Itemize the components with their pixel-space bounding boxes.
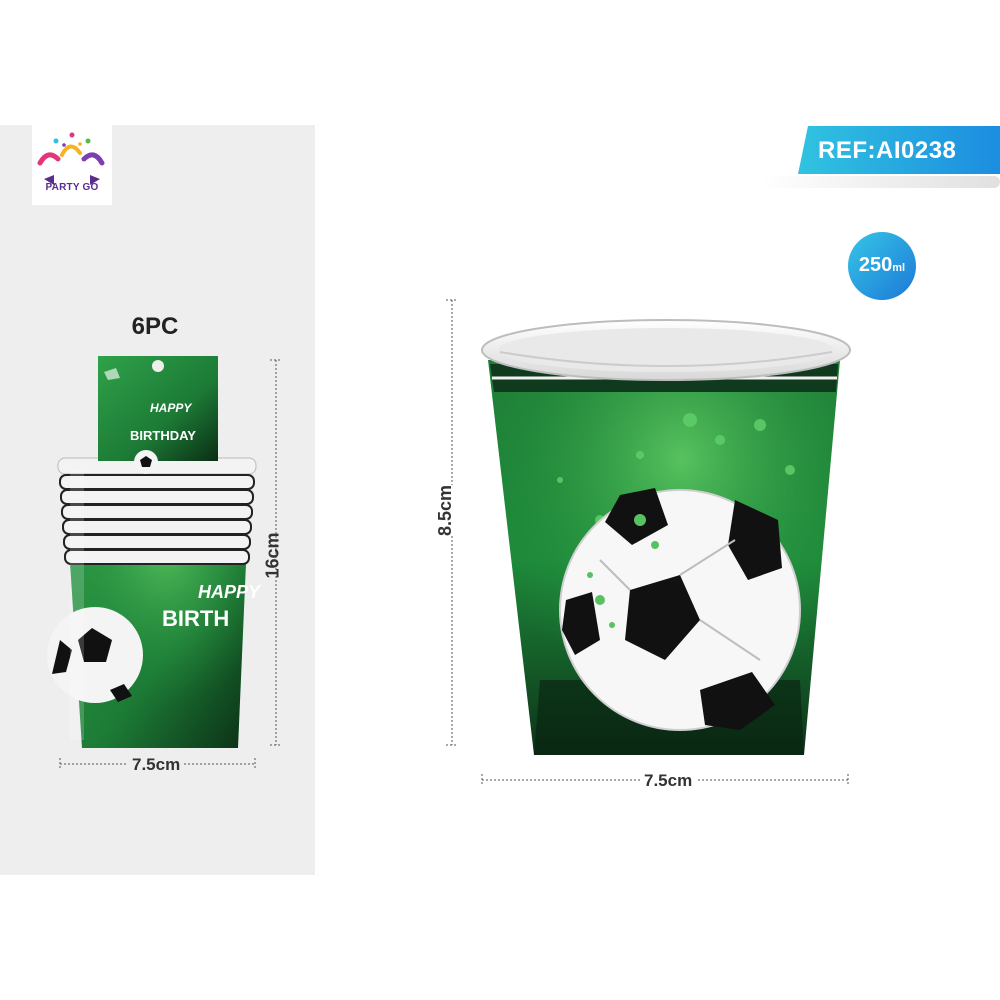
hang-hole [152,360,164,372]
stacked-cup-rims [57,457,257,565]
stacked-cup-greeting-line1: HAPPY [198,582,262,602]
football-graphic [559,488,801,731]
pack-height-label: 16cm [262,532,283,579]
stacked-cup-greeting-line2: BIRTH [162,606,229,631]
pack-image: HAPPY BIRTH HAPPY BIRTHDAY [47,299,851,786]
cup-height-label: 8.5cm [435,484,457,537]
pack-header-card: HAPPY BIRTHDAY [98,356,218,474]
card-greeting-line1: HAPPY [150,401,192,415]
cup-width-label: 7.5cm [640,771,697,791]
pack-width-label: 7.5cm [128,755,185,775]
single-cup [481,319,851,755]
stacked-cups: HAPPY BIRTH [47,457,262,748]
card-greeting-line2: BIRTHDAY [130,428,196,443]
stacked-cup-football [47,607,143,703]
